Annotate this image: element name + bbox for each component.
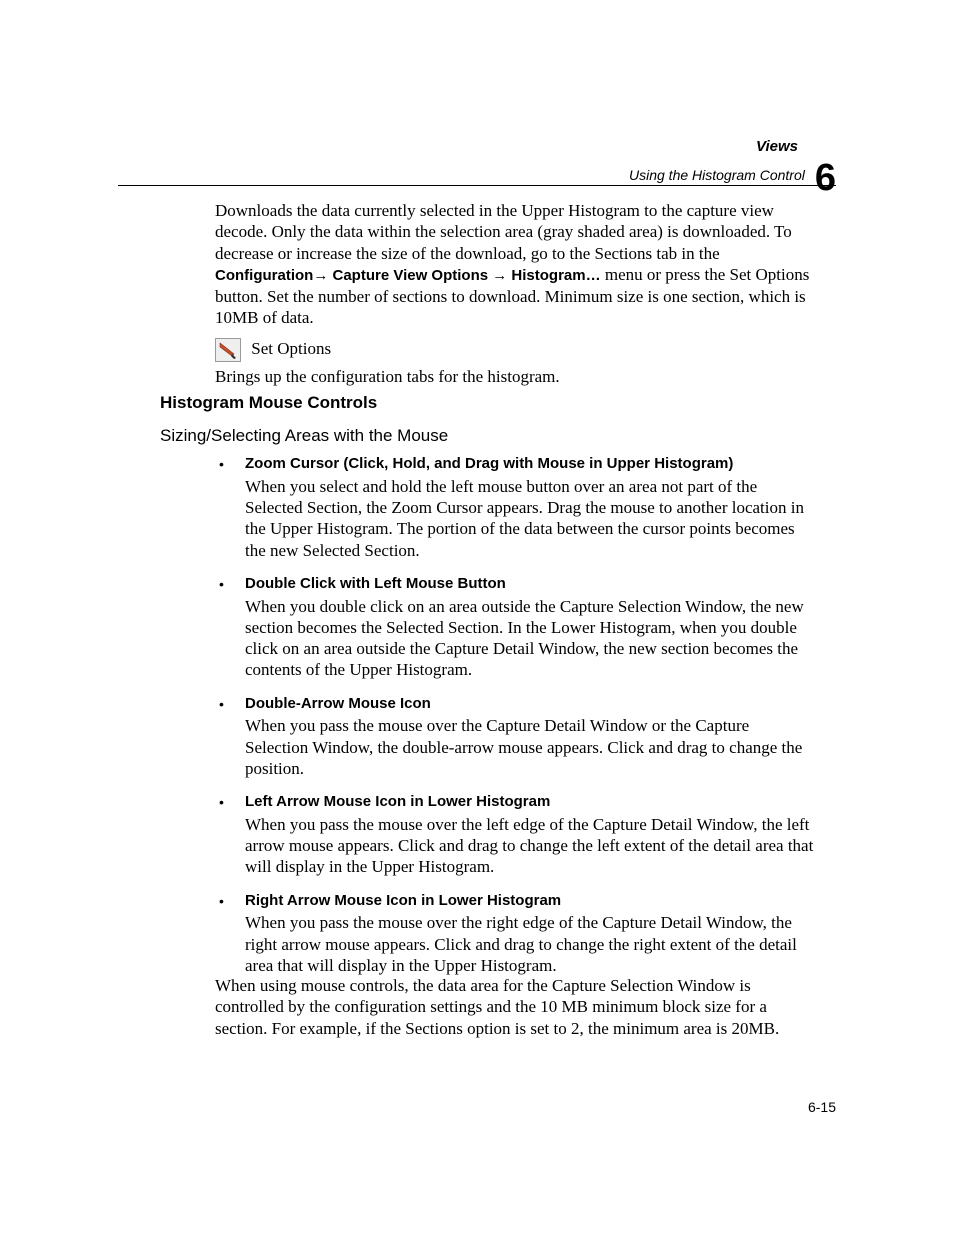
chapter-number: 6 [815, 159, 836, 197]
section-heading: Histogram Mouse Controls [160, 393, 377, 413]
bullet-icon: • [219, 794, 224, 812]
list-item: • Left Arrow Mouse Icon in Lower Histogr… [215, 793, 814, 878]
list-item-body: When you select and hold the left mouse … [245, 477, 804, 560]
menu-configuration: Configuration [215, 267, 313, 284]
menu-capture-view-options: Capture View Options [328, 267, 492, 284]
running-header: Views Using the Histogram Control 6 [629, 138, 836, 195]
list-item-body: When you pass the mouse over the left ed… [245, 815, 813, 877]
list-item: • Right Arrow Mouse Icon in Lower Histog… [215, 892, 814, 977]
bullet-icon: • [219, 893, 224, 911]
header-title: Views [629, 138, 798, 157]
bullet-icon: • [219, 576, 224, 594]
menu-histogram: Histogram… [507, 267, 600, 284]
bullet-icon: • [219, 456, 224, 474]
subsection-heading: Sizing/Selecting Areas with the Mouse [160, 426, 448, 446]
set-options-label: Set Options [251, 339, 331, 358]
intro-text-a: Downloads the data currently selected in… [215, 201, 792, 263]
header-rule [118, 185, 836, 186]
list-item-body: When you pass the mouse over the right e… [245, 913, 797, 975]
list-item-head: Double-Arrow Mouse Icon [245, 695, 814, 714]
list-item-body: When you pass the mouse over the Capture… [245, 716, 802, 778]
list-item-head: Left Arrow Mouse Icon in Lower Histogram [245, 793, 814, 812]
page: Views Using the Histogram Control 6 Down… [0, 0, 954, 1235]
set-options-row: Set Options [215, 338, 814, 362]
list-item: • Zoom Cursor (Click, Hold, and Drag wit… [215, 455, 814, 561]
bullet-list: • Zoom Cursor (Click, Hold, and Drag wit… [215, 455, 814, 990]
arrow-icon: → [313, 268, 328, 284]
body-text: Downloads the data currently selected in… [215, 200, 814, 391]
set-options-icon [215, 338, 241, 362]
set-options-desc: Brings up the configuration tabs for the… [215, 366, 814, 387]
page-number: 6-15 [808, 1099, 836, 1115]
bullet-icon: • [219, 696, 224, 714]
list-item-head: Double Click with Left Mouse Button [245, 575, 814, 594]
intro-paragraph: Downloads the data currently selected in… [215, 200, 814, 328]
list-item-body: When you double click on an area outside… [245, 597, 804, 680]
list-item-head: Zoom Cursor (Click, Hold, and Drag with … [245, 455, 814, 474]
list-item: • Double-Arrow Mouse Icon When you pass … [215, 695, 814, 780]
arrow-icon: → [492, 268, 507, 284]
header-subtitle: Using the Histogram Control [629, 167, 805, 185]
closing-paragraph: When using mouse controls, the data area… [215, 975, 814, 1039]
list-item-head: Right Arrow Mouse Icon in Lower Histogra… [245, 892, 814, 911]
list-item: • Double Click with Left Mouse Button Wh… [215, 575, 814, 681]
